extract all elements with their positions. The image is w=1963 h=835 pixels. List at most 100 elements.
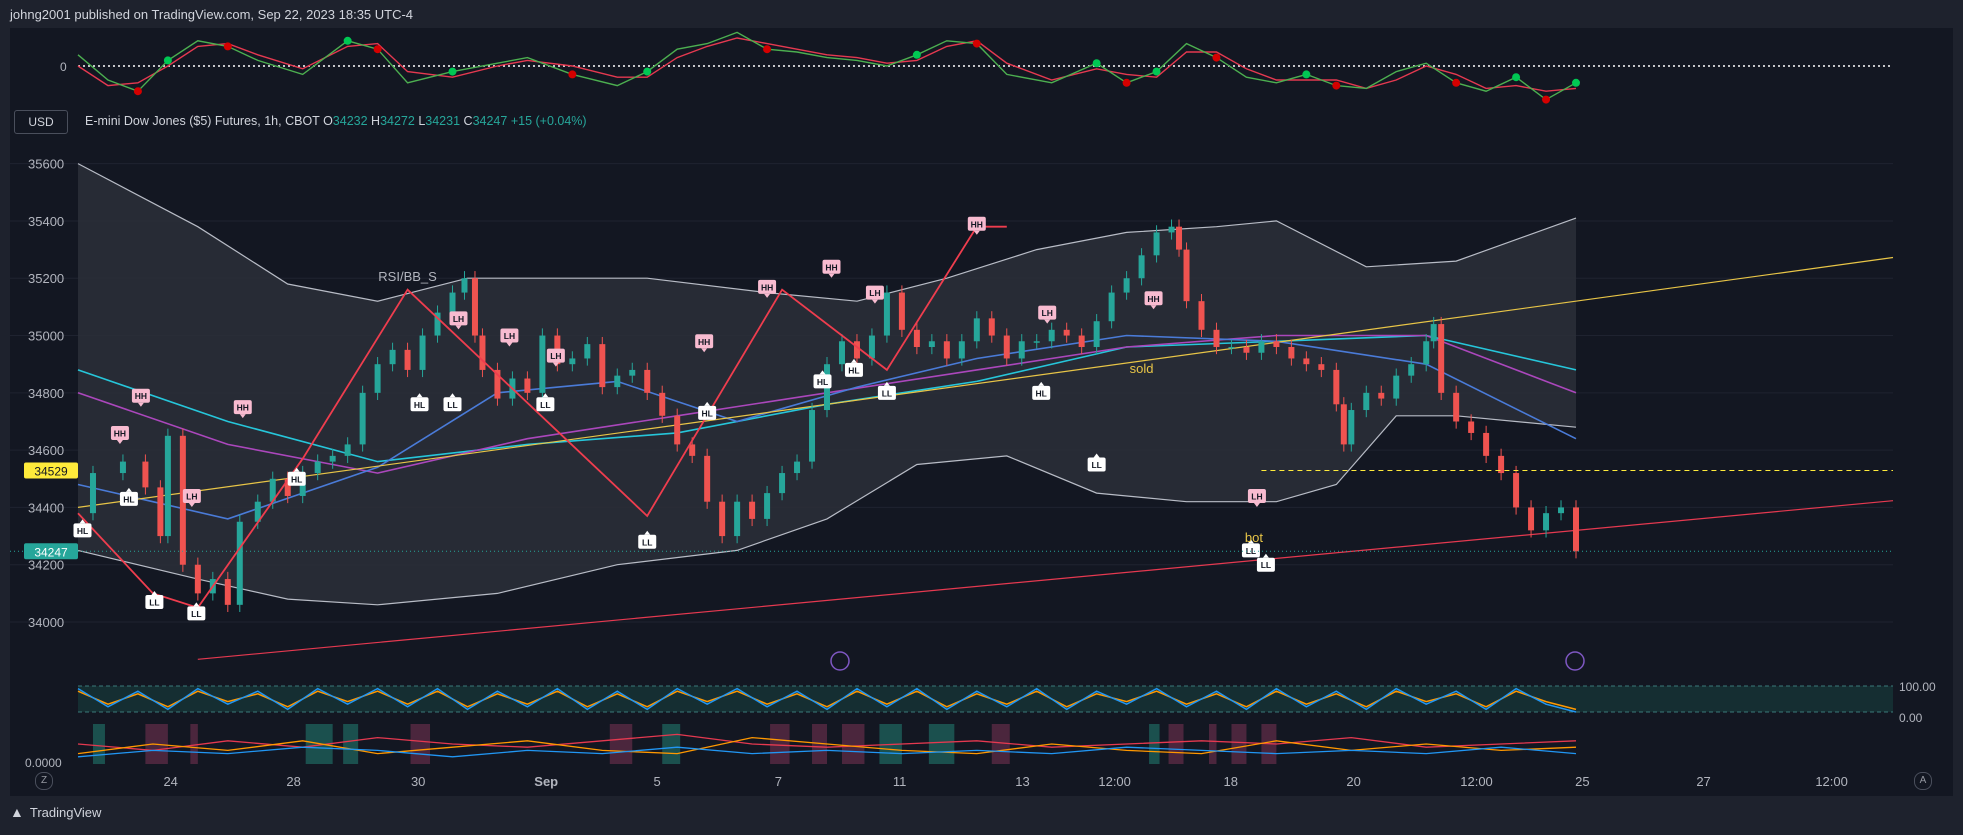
x-tick-label: 24	[163, 774, 177, 789]
swing-label-text: LL	[642, 537, 652, 547]
cross-dot	[373, 45, 382, 54]
adx-highlight-band	[343, 724, 359, 764]
cross-dot	[1092, 59, 1101, 68]
candle-body	[461, 278, 468, 293]
candle-body	[988, 318, 995, 336]
candle-body	[898, 292, 905, 330]
swing-label-text: LH	[869, 288, 880, 298]
candle-body	[1228, 347, 1235, 349]
x-tick-label: 27	[1696, 774, 1710, 789]
swing-label-text: LL	[447, 400, 457, 410]
swing-label-text: LH	[504, 331, 515, 341]
legend-open-value: 34232	[332, 114, 368, 128]
candle-body	[689, 444, 696, 456]
swing-label-text: HH	[971, 219, 983, 229]
candle-body	[1018, 341, 1025, 359]
chart-root: 0 34000 34200 34400 34600 34800 35000 35200 354…	[0, 0, 1963, 830]
y-tick-label: 35000	[28, 329, 64, 344]
swing-label-text: HL	[414, 400, 425, 410]
swing-label-text: HL	[848, 365, 859, 375]
candle-body	[142, 461, 149, 488]
x-tick-label: 12:00	[1098, 774, 1131, 789]
candle-body	[1138, 255, 1145, 279]
candle-body	[1430, 324, 1437, 342]
candle-body	[1453, 392, 1460, 422]
cross-dot	[1512, 73, 1521, 82]
candle-body	[868, 335, 875, 359]
candle-body	[419, 335, 426, 370]
auto-scale-button[interactable]: A	[1914, 772, 1932, 790]
candle-body	[314, 461, 321, 474]
adx-highlight-band	[1168, 724, 1184, 764]
candle-body	[1048, 329, 1055, 342]
timezone-button[interactable]: Z	[35, 772, 53, 790]
candle-body	[449, 292, 456, 313]
candle-body	[1108, 292, 1115, 322]
swing-label-text: LL	[191, 609, 201, 619]
x-tick-label: 13	[1015, 774, 1029, 789]
candle-body	[794, 461, 801, 474]
candle-body	[1363, 392, 1370, 411]
swing-label-text: HH	[761, 282, 773, 292]
swing-label-text: HL	[123, 494, 134, 504]
cross-dot	[568, 70, 577, 79]
candle-body	[1393, 375, 1400, 399]
chart-annotation: sold	[1130, 361, 1154, 376]
candle-body	[1153, 232, 1160, 256]
candle-body	[1543, 513, 1550, 531]
currency-button[interactable]: USD	[14, 110, 68, 134]
candle-body	[1213, 329, 1220, 347]
adx-highlight-band	[410, 724, 431, 764]
publish-header: johng2001 published on TradingView.com, …	[10, 7, 414, 22]
swing-label-text: HL	[1036, 388, 1047, 398]
candle-body	[1198, 301, 1205, 330]
candle-body	[913, 329, 920, 347]
candle-body	[659, 392, 666, 416]
swing-label-text: HH	[237, 403, 249, 413]
y-tick-label: 34200	[28, 558, 64, 573]
candle-body	[1348, 410, 1355, 445]
adx-highlight-band	[190, 724, 198, 764]
cross-dot	[972, 39, 981, 48]
cross-dot	[912, 50, 921, 59]
cross-dot	[1572, 78, 1580, 87]
symbol-legend: E-mini Dow Jones ($5) Futures, 1h, CBOT …	[85, 114, 587, 128]
adx-highlight-band	[928, 724, 955, 764]
swing-label-text: LH	[1251, 491, 1262, 501]
candle-body	[958, 341, 965, 359]
candle-body	[614, 375, 621, 388]
footer-brand: TradingView	[29, 804, 102, 820]
candle-body	[1033, 341, 1040, 343]
candle-body	[194, 564, 201, 594]
cross-dot	[1452, 78, 1461, 87]
legend-high-label: H	[371, 114, 381, 128]
price-tag-label: 34529	[34, 464, 68, 478]
candle-body	[524, 378, 531, 393]
swing-label-text: HL	[701, 408, 712, 418]
candle-body	[404, 349, 411, 370]
swing-label-text: HH	[114, 428, 126, 438]
candle-body	[1168, 226, 1175, 233]
adx-highlight-band	[1149, 724, 1160, 764]
candle-body	[599, 344, 606, 388]
candle-body	[1558, 507, 1565, 514]
candle-body	[224, 579, 231, 605]
candle-body	[584, 344, 591, 359]
candle-body	[1408, 364, 1415, 376]
cross-dot	[1302, 70, 1311, 79]
cross-dot	[1122, 78, 1131, 87]
candle-body	[1063, 329, 1070, 336]
candle-body	[719, 501, 726, 537]
swing-label-text: LH	[1042, 308, 1053, 318]
adx-highlight-band	[841, 724, 865, 764]
candle-body	[644, 369, 651, 393]
candle-body	[883, 292, 890, 336]
zero-label: 0	[60, 60, 67, 74]
swing-label-text: HL	[817, 377, 828, 387]
cross-dot	[763, 45, 772, 54]
candle-body	[1003, 335, 1010, 359]
candle-body	[749, 501, 756, 519]
adx-highlight-band	[1231, 724, 1247, 764]
swing-label-text: LH	[453, 314, 464, 324]
cross-dot	[1332, 81, 1341, 90]
